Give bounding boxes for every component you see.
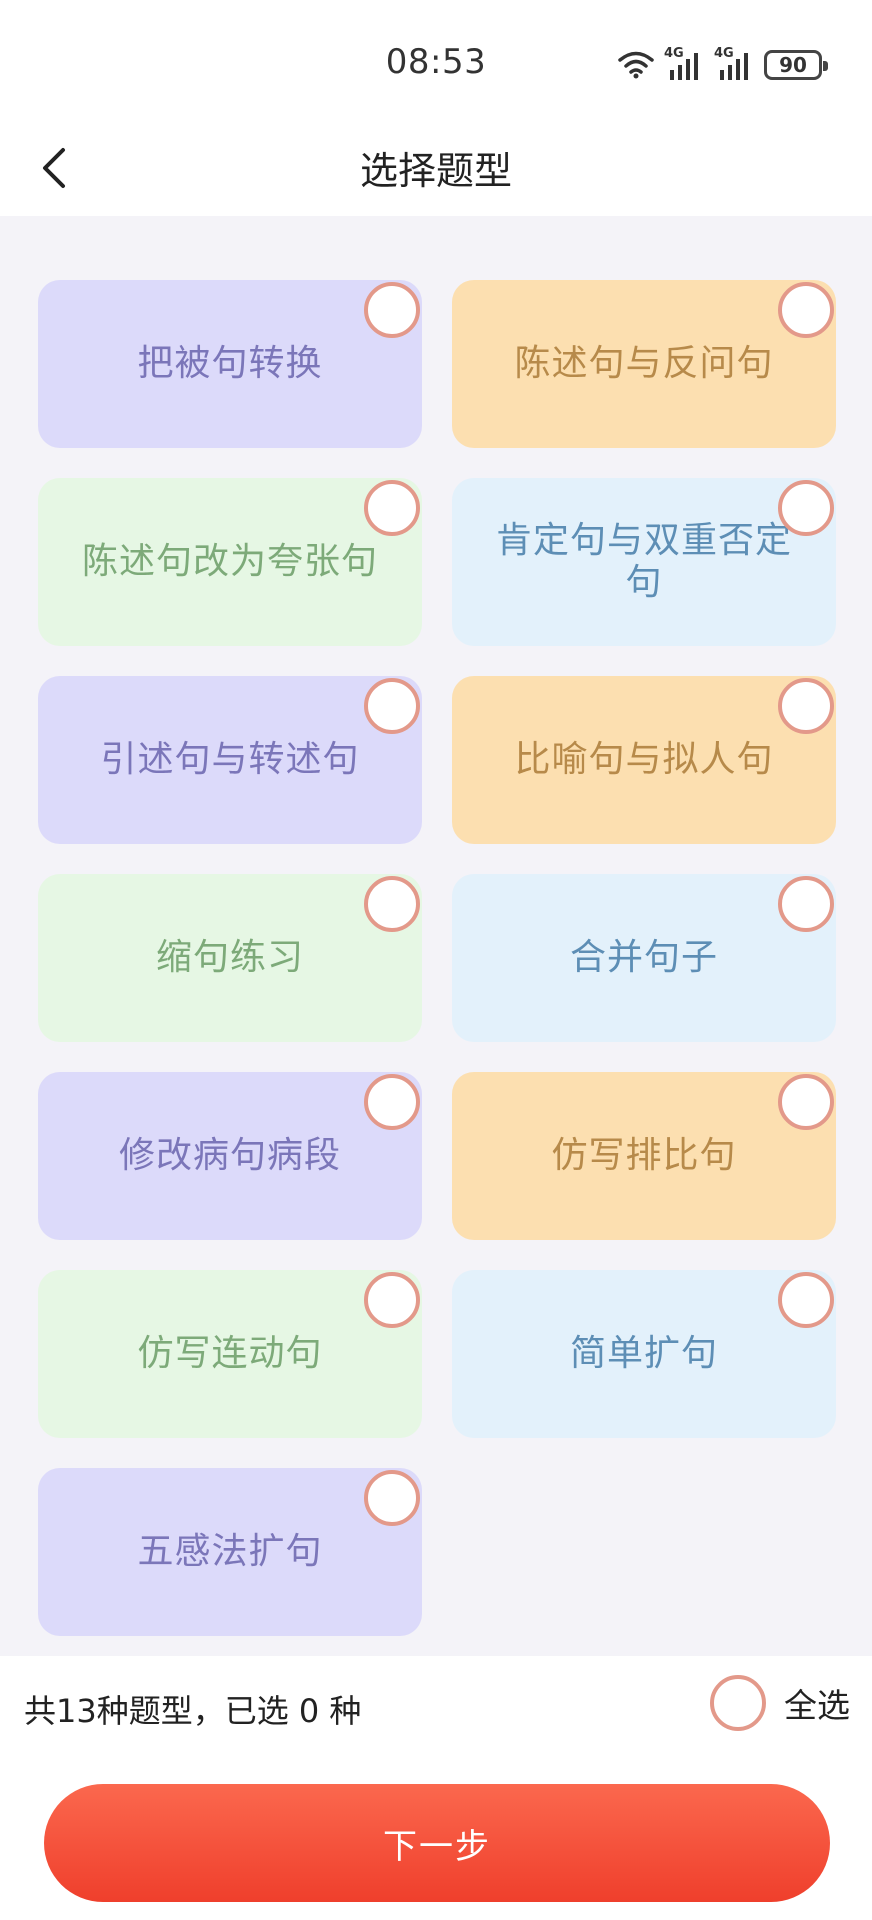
question-type-label: 陈述句与反问句 [514,343,774,384]
next-step-label: 下一步 [383,1826,491,1867]
question-type-label: 陈述句改为夸张句 [81,541,378,582]
status-bar: 08:53 4G 4G 90 [0,0,872,120]
signal-1-icon: 4G [664,46,704,82]
question-type-label: 仿写连动句 [137,1333,323,1374]
question-type-label: 仿写排比句 [551,1135,737,1176]
signal-2-icon: 4G [714,46,754,82]
question-type-radio[interactable] [778,480,834,536]
question-type-label: 缩句练习 [155,937,304,978]
select-all-label: 全选 [784,1686,850,1725]
question-type-radio[interactable] [778,282,834,338]
question-type-grid: 把被句转换 陈述句与反问句陈述句改为夸张句 肯定句与双重否定句引述句与转述句 比喻句与… [38,280,836,1636]
question-type-radio[interactable] [778,876,834,932]
next-step-button[interactable]: 下一步 [44,1784,830,1902]
question-type-label: 肯定句与双重否定句 [495,520,792,603]
question-type-card[interactable]: 仿写排比句 [452,1072,836,1240]
battery-level: 90 [779,53,807,77]
question-type-radio[interactable] [364,480,420,536]
nav-bar: 选择题型 [0,120,872,216]
question-type-label: 引述句与转述句 [100,739,360,780]
question-type-card[interactable]: 五感法扩句 [38,1468,422,1636]
battery-icon: 90 [764,50,828,80]
question-type-label: 合并句子 [569,937,718,978]
question-type-card[interactable]: 肯定句与双重否定句 [452,478,836,646]
question-type-radio[interactable] [364,282,420,338]
question-type-card[interactable]: 把被句转换 [38,280,422,448]
question-type-card[interactable]: 比喻句与拟人句 [452,676,836,844]
question-type-card[interactable]: 合并句子 [452,874,836,1042]
question-type-card[interactable]: 陈述句与反问句 [452,280,836,448]
question-type-card[interactable]: 简单扩句 [452,1270,836,1438]
question-type-radio[interactable] [364,678,420,734]
select-all-toggle[interactable]: 全选 [710,1672,850,1734]
question-type-label: 五感法扩句 [137,1531,323,1572]
question-type-radio[interactable] [364,1272,420,1328]
question-type-radio[interactable] [778,678,834,734]
question-type-list: 把被句转换 陈述句与反问句陈述句改为夸张句 肯定句与双重否定句引述句与转述句 比喻句与… [0,216,872,1656]
select-all-radio[interactable] [710,1675,766,1731]
question-type-radio[interactable] [364,876,420,932]
question-type-radio[interactable] [778,1272,834,1328]
status-icons: 4G 4G 90 [618,46,828,82]
question-type-radio[interactable] [364,1074,420,1130]
question-type-card[interactable]: 缩句练习 [38,874,422,1042]
question-type-label: 把被句转换 [137,343,323,384]
footer-bar: 共13种题型，已选 0 种 全选 下一步 [0,1656,872,1920]
question-type-radio[interactable] [364,1470,420,1526]
question-type-card[interactable]: 仿写连动句 [38,1270,422,1438]
question-type-label: 比喻句与拟人句 [514,739,774,780]
question-type-label: 简单扩句 [569,1333,718,1374]
question-type-radio[interactable] [778,1074,834,1130]
question-type-card[interactable]: 引述句与转述句 [38,676,422,844]
wifi-icon [618,51,654,79]
page-title: 选择题型 [359,149,512,193]
selection-summary: 共13种题型，已选 0 种 [24,1692,362,1730]
question-type-label: 修改病句病段 [118,1135,341,1176]
question-type-card[interactable]: 修改病句病段 [38,1072,422,1240]
question-type-card[interactable]: 陈述句改为夸张句 [38,478,422,646]
